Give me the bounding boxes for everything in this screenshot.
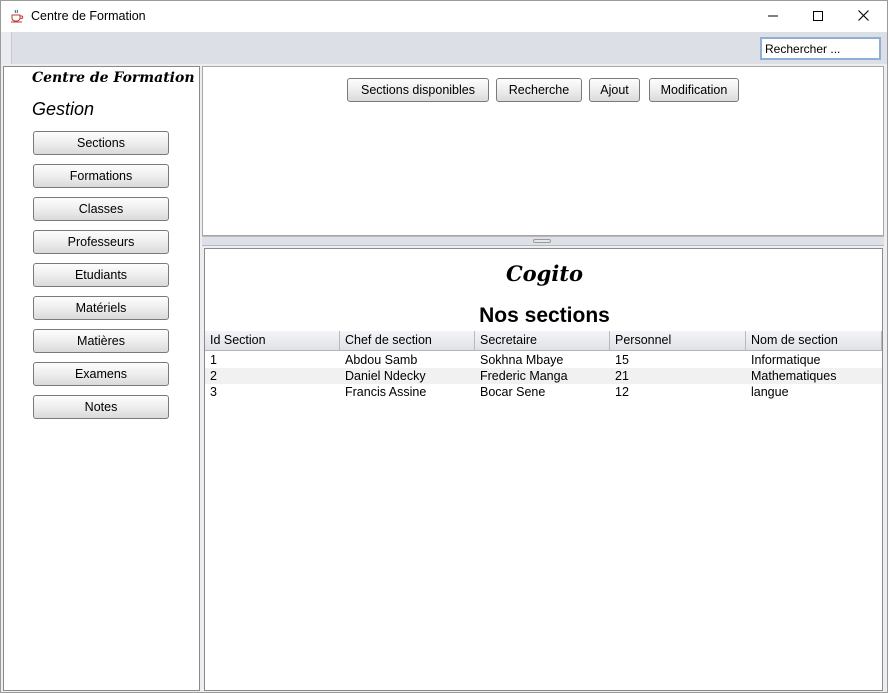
close-button[interactable] [840,1,886,33]
title-bar: Centre de Formation [0,0,888,32]
modification-button[interactable]: Modification [649,78,739,102]
etudiants-button[interactable]: Etudiants [33,263,169,287]
column-header-chef-de-section[interactable]: Chef de section [340,331,475,351]
close-icon [857,10,869,24]
page-title: Nos sections [479,304,610,327]
maximize-button[interactable] [795,1,841,33]
table-cell: 3 [210,385,217,399]
column-header-nom-de-section[interactable]: Nom de section [746,331,882,351]
column-header-id-section[interactable]: Id Section [205,331,340,351]
matieres-button[interactable]: Matières [33,329,169,353]
table-cell: Frederic Manga [480,369,568,383]
examens-button[interactable]: Examens [33,362,169,386]
table-cell: 12 [615,385,629,399]
table-cell: Bocar Sene [480,385,546,399]
classes-button[interactable]: Classes [33,197,169,221]
ajout-button[interactable]: Ajout [589,78,640,102]
table-cell: Abdou Samb [345,353,418,367]
table-row[interactable]: 3 Francis Assine Bocar Sene 12 langue [205,384,882,400]
divider-grip[interactable] [533,239,551,243]
materiels-button[interactable]: Matériels [33,296,169,320]
search-input[interactable] [760,37,881,60]
toolbar [0,32,888,64]
table-cell: Sokhna Mbaye [480,353,564,367]
table-cell: Informatique [751,353,821,367]
table-row[interactable]: 2 Daniel Ndecky Frederic Manga 21 Mathem… [205,368,882,384]
column-header-secretaire[interactable]: Secretaire [475,331,610,351]
java-cup-icon [9,9,25,23]
formations-button[interactable]: Formations [33,164,169,188]
notes-button[interactable]: Notes [33,395,169,419]
sections-table: 1 Abdou Samb Sokhna Mbaye 15 Informatiqu… [205,352,882,400]
sidebar-subtitle: Gestion [32,99,95,119]
table-cell: Francis Assine [345,385,427,399]
minimize-icon [768,10,778,24]
table-cell: Daniel Ndecky [345,369,426,383]
maximize-icon [813,10,823,24]
table-cell: langue [751,385,789,399]
table-row[interactable]: 1 Abdou Samb Sokhna Mbaye 15 Informatiqu… [205,352,882,368]
window-title: Centre de Formation [31,9,146,23]
minimize-button[interactable] [750,1,796,33]
sidebar: Centre de Formation Gestion Sections For… [3,66,200,691]
split-divider[interactable] [202,236,884,246]
brand-title: Cogito [505,261,584,286]
toolbar-grip[interactable] [1,32,12,64]
sections-button[interactable]: Sections [33,131,169,155]
sections-disponibles-button[interactable]: Sections disponibles [347,78,489,102]
table-cell: Mathematiques [751,369,837,383]
table-cell: 2 [210,369,217,383]
actions-panel: Sections disponibles Recherche Ajout Mod… [202,66,884,236]
table-cell: 1 [210,353,217,367]
content-panel: Cogito Nos sections Id Section Chef de s… [204,248,883,691]
sidebar-title: Centre de Formation [32,70,195,86]
column-header-personnel[interactable]: Personnel [610,331,746,351]
table-cell: 21 [615,369,629,383]
table-header: Id Section Chef de section Secretaire Pe… [205,331,882,351]
table-cell: 15 [615,353,629,367]
professeurs-button[interactable]: Professeurs [33,230,169,254]
recherche-button[interactable]: Recherche [496,78,582,102]
